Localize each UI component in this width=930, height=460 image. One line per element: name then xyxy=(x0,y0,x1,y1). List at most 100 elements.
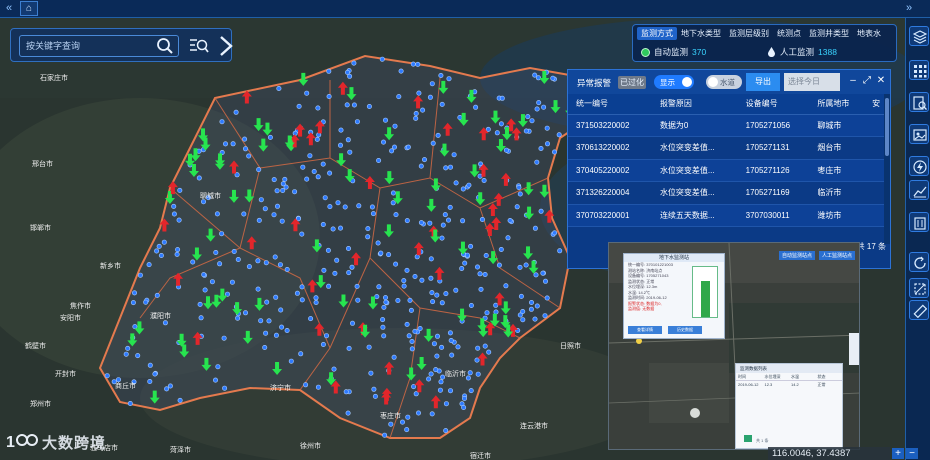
station-marker[interactable] xyxy=(401,283,407,289)
station-marker[interactable] xyxy=(376,158,382,164)
station-marker[interactable] xyxy=(381,333,387,339)
station-marker[interactable] xyxy=(465,375,471,381)
station-marker[interactable] xyxy=(380,317,386,323)
station-marker[interactable] xyxy=(201,199,207,205)
station-marker[interactable] xyxy=(378,250,384,256)
station-marker[interactable] xyxy=(229,279,235,285)
station-marker[interactable] xyxy=(542,278,548,284)
station-marker[interactable] xyxy=(307,153,313,159)
station-marker[interactable] xyxy=(534,303,540,309)
station-marker[interactable] xyxy=(447,330,453,336)
station-marker[interactable] xyxy=(258,318,264,324)
station-marker[interactable] xyxy=(323,333,329,339)
station-marker[interactable] xyxy=(354,119,360,125)
station-marker[interactable] xyxy=(371,386,377,392)
station-marker[interactable] xyxy=(455,344,461,350)
station-marker[interactable] xyxy=(435,132,441,138)
station-marker[interactable] xyxy=(219,119,225,125)
station-marker[interactable] xyxy=(292,130,298,136)
station-marker[interactable] xyxy=(342,204,348,210)
station-marker[interactable] xyxy=(406,333,412,339)
station-marker[interactable] xyxy=(419,277,425,283)
station-marker[interactable] xyxy=(284,267,290,273)
station-marker[interactable] xyxy=(346,345,352,351)
collapse-right-icon[interactable]: » xyxy=(902,1,916,16)
station-marker[interactable] xyxy=(453,287,459,293)
station-marker[interactable] xyxy=(413,111,419,117)
station-marker[interactable] xyxy=(263,330,269,336)
station-marker[interactable] xyxy=(473,104,479,110)
inset-tab-auto[interactable]: 自动监测站点 xyxy=(779,251,816,260)
station-marker[interactable] xyxy=(439,235,445,241)
station-marker[interactable] xyxy=(391,354,397,360)
station-marker[interactable] xyxy=(525,114,531,120)
station-marker[interactable] xyxy=(213,377,219,383)
station-marker[interactable] xyxy=(271,212,277,218)
station-marker[interactable] xyxy=(246,153,252,159)
station-marker[interactable] xyxy=(146,262,152,268)
minimize-icon[interactable]: – xyxy=(848,75,858,87)
station-marker[interactable] xyxy=(369,204,375,210)
tab-groundwater-type[interactable]: 地下水类型 xyxy=(677,27,725,40)
station-marker[interactable] xyxy=(443,401,449,407)
station-marker[interactable] xyxy=(338,127,344,133)
station-marker[interactable] xyxy=(550,75,556,81)
station-marker[interactable] xyxy=(219,231,225,237)
station-marker[interactable] xyxy=(345,137,351,143)
station-marker[interactable] xyxy=(438,379,444,385)
station-marker[interactable] xyxy=(313,295,319,301)
station-marker[interactable] xyxy=(335,200,341,206)
station-marker[interactable] xyxy=(446,76,452,82)
station-marker[interactable] xyxy=(484,310,490,316)
auto-monitor-toggle[interactable]: 自动监测 370 xyxy=(641,46,706,58)
station-marker[interactable] xyxy=(447,164,453,170)
station-marker[interactable] xyxy=(279,324,285,330)
station-marker[interactable] xyxy=(431,341,437,347)
station-marker[interactable] xyxy=(493,302,499,308)
station-marker[interactable] xyxy=(540,270,546,276)
station-marker[interactable] xyxy=(280,181,286,187)
station-marker[interactable] xyxy=(415,410,421,416)
station-marker[interactable] xyxy=(534,106,540,112)
station-marker[interactable] xyxy=(447,204,453,210)
station-marker[interactable] xyxy=(202,287,208,293)
grid-tool[interactable] xyxy=(909,60,929,80)
station-marker[interactable] xyxy=(256,167,262,173)
station-marker[interactable] xyxy=(345,246,351,252)
station-marker[interactable] xyxy=(230,141,236,147)
station-marker[interactable] xyxy=(161,239,167,245)
tab-monitor-level[interactable]: 监测层级别 xyxy=(725,27,773,40)
station-marker[interactable] xyxy=(517,264,523,270)
station-marker[interactable] xyxy=(544,295,550,301)
station-marker[interactable] xyxy=(308,316,314,322)
station-marker[interactable] xyxy=(479,217,485,223)
table-row[interactable]: 370703220001 连续五天数据... 3707030011 潍坊市 xyxy=(568,204,886,227)
station-marker[interactable] xyxy=(393,261,399,267)
station-marker[interactable] xyxy=(175,247,181,253)
station-marker[interactable] xyxy=(201,272,207,278)
station-marker[interactable] xyxy=(427,220,433,226)
station-marker[interactable] xyxy=(156,243,162,249)
col-more[interactable]: 安 xyxy=(864,94,886,115)
station-marker[interactable] xyxy=(243,146,249,152)
station-marker[interactable] xyxy=(481,178,487,184)
station-marker[interactable] xyxy=(137,272,143,278)
station-marker[interactable] xyxy=(372,393,378,399)
station-marker[interactable] xyxy=(176,217,182,223)
station-marker[interactable] xyxy=(256,217,262,223)
station-marker[interactable] xyxy=(542,313,548,319)
station-marker[interactable] xyxy=(327,170,333,176)
station-marker[interactable] xyxy=(453,180,459,186)
station-marker[interactable] xyxy=(544,141,550,147)
station-marker[interactable] xyxy=(416,90,422,96)
station-marker[interactable] xyxy=(296,103,302,109)
station-marker[interactable] xyxy=(326,94,332,100)
station-marker[interactable] xyxy=(135,353,141,359)
station-marker[interactable] xyxy=(222,385,228,391)
station-marker[interactable] xyxy=(127,400,133,406)
station-marker[interactable] xyxy=(523,128,529,134)
station-marker[interactable] xyxy=(294,290,300,296)
station-marker[interactable] xyxy=(430,299,436,305)
station-marker[interactable] xyxy=(420,107,426,113)
station-marker[interactable] xyxy=(551,149,557,155)
